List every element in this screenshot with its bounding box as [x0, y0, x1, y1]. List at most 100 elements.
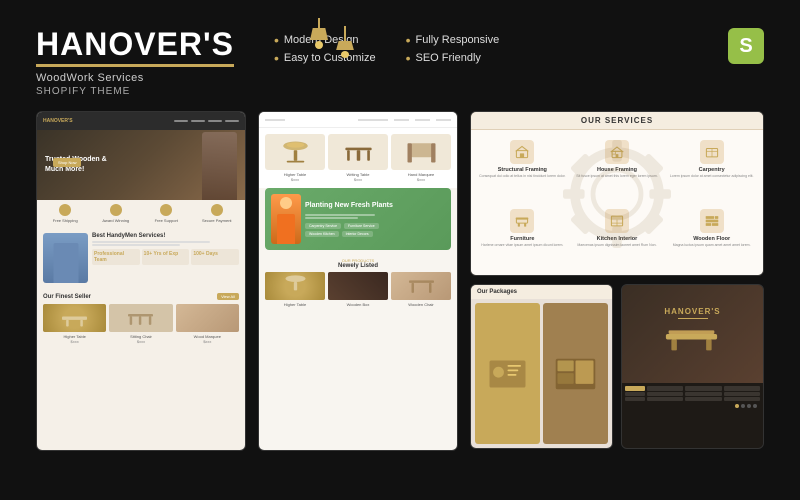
features-grid: • Modern Design • Fully Responsive • Eas… [274, 33, 507, 65]
dot [741, 404, 745, 408]
table-cell [724, 392, 760, 396]
p3t-header: OUR SERVICES [471, 112, 763, 130]
finest-title: Our Finest Seller [43, 294, 91, 300]
product-item: Sitting Chair $xxx [109, 304, 172, 344]
listed-image [391, 272, 451, 300]
product-item: Higher Table $xxx [43, 304, 106, 344]
tag: Carpentry Service [305, 223, 341, 229]
brand-img [664, 323, 720, 360]
title-block: HANOVER'S WoodWork Services SHOPIFY THEM… [36, 28, 234, 97]
shopify-letter: S [739, 35, 752, 58]
text-line [92, 241, 210, 243]
p1-feat-payment: Secure Payment [193, 204, 242, 223]
service-wooden-floor: Wooden Floor Magna luctus ipsum quam ame… [666, 205, 757, 270]
service-desc: Lorem ipsum dolor at amet consectetur ad… [668, 174, 755, 179]
bullet-icon: • [274, 51, 279, 65]
head [280, 197, 292, 209]
listed-item: Wooden Chair [391, 272, 451, 307]
table-cell [685, 397, 721, 401]
service-icon [700, 209, 724, 233]
view-all-button[interactable]: View All [217, 293, 239, 300]
table-header [625, 386, 645, 391]
person-silhouette [202, 132, 237, 200]
handyman-stats: Professional Team 10+ Yrs of Exp 100+ Da… [92, 249, 239, 265]
p1-finest-section: Our Finest Seller View All Higher Table [37, 289, 245, 348]
table-cell [685, 386, 721, 391]
service-icon [510, 140, 534, 164]
tag: Interior Decors [342, 231, 373, 237]
lamp-shade-2 [336, 41, 354, 51]
listed-name: Wooden Chair [391, 302, 451, 307]
stat-label: 10+ Yrs of Exp [144, 251, 188, 257]
text-line [92, 244, 180, 246]
p1-feat-shipping: Free Shipping [41, 204, 90, 223]
preview-3-services: OUR SERVICES Structural Framing Consequa [470, 111, 764, 276]
product-price: $xxx [109, 339, 172, 344]
feature-label: Fully Responsive [415, 34, 499, 46]
product-image [176, 304, 239, 332]
table-row [625, 397, 760, 401]
product-image [43, 304, 106, 332]
gear-background [557, 134, 677, 254]
preview-3: OUR SERVICES Structural Framing Consequa [470, 111, 764, 451]
p2-products-grid: Higher Table $xxx Writing Table $xxx [259, 128, 457, 188]
product-price: $xxx [176, 339, 239, 344]
table-row [625, 386, 760, 391]
person-figure [53, 243, 78, 283]
service-carpentry: Carpentry Lorem ipsum dolor at amet cons… [666, 136, 757, 201]
table-cell [685, 392, 721, 396]
preview-2: Higher Table $xxx Writing Table $xxx [258, 111, 458, 451]
p2-product: Writing Table $xxx [328, 134, 388, 182]
feature-seo-friendly: • SEO Friendly [406, 51, 508, 65]
listed-title: Newely Listed [265, 263, 451, 269]
p1-nav: HANOVER'S [37, 112, 245, 130]
p1-hero: Trusted Wooden & Much More! Shop Now [37, 130, 245, 200]
tag: Furniture Service [344, 223, 379, 229]
product-price: $xxx [43, 339, 106, 344]
table-cell [647, 392, 683, 396]
p2-product: Hand Marquee $xxx [391, 134, 451, 182]
dot-active [735, 404, 739, 408]
service-icon [700, 140, 724, 164]
p1-handyman-section: Best HandyMen Services! Professional Tea… [37, 227, 245, 289]
pagination-dots [625, 402, 760, 408]
listed-name: Higher Table [265, 302, 325, 307]
nav-line [358, 119, 388, 121]
packages-title: Our Packages [477, 289, 517, 295]
nav-link [191, 120, 205, 122]
preview-3-bottom: Our Packages [470, 284, 764, 449]
package-image-1 [475, 303, 540, 444]
dot [753, 404, 757, 408]
service-structural-framing: Structural Framing Consequat dui odio at… [477, 136, 568, 201]
lamp-cord-2 [344, 26, 346, 41]
nav-link [225, 120, 239, 122]
bullet-icon: • [406, 51, 411, 65]
listed-item: Wooden Box [328, 272, 388, 307]
tag: Wooden Kitchen [305, 231, 339, 237]
nav-link [208, 120, 222, 122]
handyman-figure [271, 194, 301, 244]
subtitle: WoodWork Services [36, 72, 234, 84]
table-cell [647, 386, 683, 391]
brand-top: HANOVER'S [622, 285, 763, 383]
p1-hero-btn[interactable]: Shop Now [53, 158, 81, 167]
product-image [391, 134, 451, 170]
dot [747, 404, 751, 408]
listed-image [328, 272, 388, 300]
service-tags-2: Wooden Kitchen Interior Decors [305, 231, 393, 237]
shopify-icon: S [728, 28, 764, 64]
service-tags: Carpentry Service Furniture Service [305, 223, 393, 229]
brand-title: HANOVER'S [36, 28, 234, 60]
nav-line [415, 119, 430, 121]
p1-nav-links [174, 120, 239, 122]
shipping-icon [59, 204, 71, 216]
text-line [305, 214, 375, 216]
product-price: $xxx [265, 177, 325, 182]
brand-logo: HANOVER'S [664, 307, 720, 319]
p2-banner-text: Planting New Fresh Plants Carpentry Serv… [305, 201, 393, 236]
lamp-cord [318, 18, 320, 28]
service-name: Wooden Floor [668, 236, 755, 242]
previews-area: HANOVER'S Trusted Wooden & Much More! Sh… [36, 111, 764, 461]
listed-grid: Higher Table Wooden Box [265, 272, 451, 307]
nav-link [174, 120, 188, 122]
